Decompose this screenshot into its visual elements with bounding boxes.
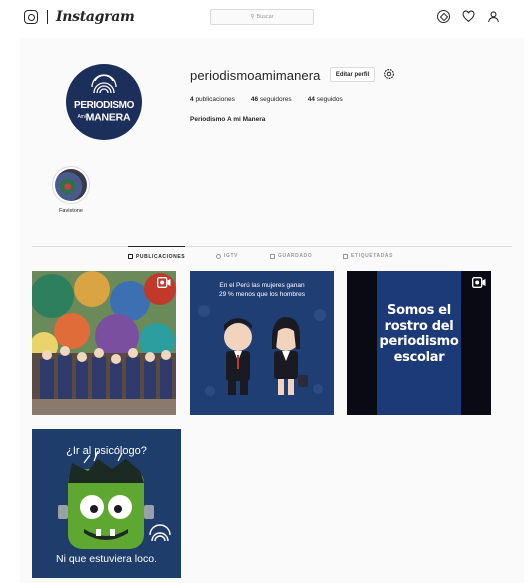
bookmark-icon (270, 253, 275, 259)
story-highlight[interactable]: Favistone (52, 166, 90, 214)
posts-stat[interactable]: 4 publicaciones (190, 96, 235, 103)
tab-publicaciones[interactable]: PUBLICACIONES (128, 246, 186, 266)
posts-count: 4 (190, 96, 194, 103)
tag-icon (343, 253, 348, 259)
posts-label: publicaciones (195, 96, 235, 103)
logo-divider (47, 10, 48, 24)
profile-full-name: Periodismo A mi Manera (190, 116, 266, 123)
post-caption-top: ¿Ir al psicólogo? (66, 445, 147, 457)
search-placeholder: Buscar (256, 14, 274, 20)
post-thumbnail[interactable]: En el Perú las mujeres ganan 29 % menos … (190, 271, 334, 415)
logo[interactable]: Instagram (24, 9, 135, 25)
post-thumbnail[interactable]: Somos el rostro del periodismo escolar (347, 271, 491, 415)
igtv-icon (216, 253, 221, 259)
gender-pay-illustration (198, 305, 326, 396)
instagram-wordmark[interactable]: Instagram (56, 9, 135, 25)
video-icon (472, 277, 486, 288)
gear-icon[interactable] (382, 67, 396, 81)
profile-username: periodismoamimanera (190, 68, 321, 83)
mural-photo-image (32, 271, 176, 415)
following-label: seguidos (316, 96, 343, 103)
top-nav: Instagram ⚲ Buscar (0, 0, 530, 36)
person-icon[interactable] (487, 10, 500, 23)
nav-icons (437, 10, 500, 23)
post-thumbnail[interactable] (32, 271, 176, 415)
profile-tabs: PUBLICACIONES IGTV GUARDADO ETIQUETADAS (20, 246, 524, 266)
grid-icon (128, 254, 133, 259)
avatar-line-2-text: MANERA (85, 111, 131, 124)
search-input[interactable]: ⚲ Buscar (210, 9, 314, 25)
caption-line: periodismo (379, 334, 459, 349)
avatar-line-2: AmiMANERA (66, 112, 142, 123)
followers-label: seguidores (259, 96, 292, 103)
following-stat[interactable]: 44 seguidos (308, 96, 343, 103)
followers-stat[interactable]: 46 seguidores (251, 96, 292, 103)
compass-icon[interactable] (437, 10, 450, 23)
following-count: 44 (307, 96, 315, 103)
caption-line: Somos el (387, 303, 451, 318)
search-icon: ⚲ (250, 14, 255, 20)
heart-icon[interactable] (462, 10, 475, 23)
highlight-image (55, 169, 87, 201)
tab-igtv[interactable]: IGTV (216, 246, 238, 266)
tab-etiquetadas[interactable]: ETIQUETADAS (343, 246, 393, 266)
post-thumbnail[interactable]: ¿Ir al psicólogo? Ni que estuviera loco. (32, 429, 181, 578)
followers-count: 46 (250, 96, 259, 103)
caption-line: escolar (393, 349, 445, 365)
tab-guardado[interactable]: GUARDADO (270, 246, 312, 266)
tab-label: ETIQUETADAS (351, 253, 394, 259)
caption-line: rostro del (384, 318, 454, 334)
post-caption-bottom: Ni que estuviera loco. (56, 553, 157, 565)
profile-stats: 4 publicaciones 46 seguidores 44 seguido… (190, 96, 343, 103)
tab-label: IGTV (224, 253, 239, 259)
tab-label: GUARDADO (278, 253, 313, 259)
camera-icon[interactable] (24, 10, 38, 24)
post-caption: Somos el rostro del periodismo escolar (379, 303, 459, 365)
avatar-line-1: PERIODISMO (74, 100, 134, 111)
profile-avatar[interactable]: PERIODISMO AmiMANERA (66, 64, 142, 140)
tab-label: PUBLICACIONES (136, 253, 186, 260)
highlight-cover[interactable] (52, 166, 90, 204)
fingerprint-logo-icon (91, 74, 117, 94)
video-icon (157, 277, 171, 288)
profile-page: PERIODISMO AmiMANERA periodismoamimanera… (20, 38, 524, 583)
edit-profile-button[interactable]: Editar perfil (330, 67, 375, 82)
highlight-label: Favistone (59, 208, 83, 214)
